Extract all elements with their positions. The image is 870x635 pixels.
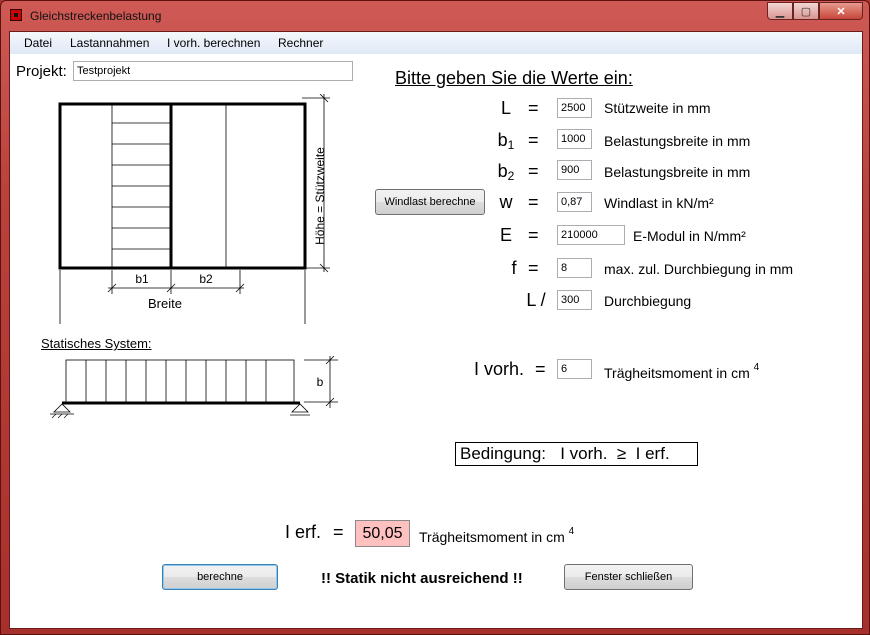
e-modul-input[interactable]: 210000 [557,225,625,245]
symbol-b2-sub: 2 [507,169,515,183]
title-bar[interactable]: Gleichstreckenbelastung ▁ ▢ ✕ [1,1,869,31]
b2-desc: Belastungsbreite in mm [604,164,751,180]
ivorh-label: I vorh. [474,359,525,379]
belastungsbreite-b2-input[interactable]: 900 [557,160,592,180]
ierf-eq: = [333,522,344,542]
ivorh-desc: Trägheitsmoment in cm [604,365,750,381]
menu-i-vorh-berechnen[interactable]: I vorh. berechnen [167,36,260,50]
symbol-b1: b [497,130,508,150]
maximize-button[interactable]: ▢ [793,2,819,20]
distributed-load [85,360,267,402]
durchbiegung-input[interactable]: 8 [557,258,592,278]
menu-rechner[interactable]: Rechner [278,36,323,50]
symbol-w: w [499,192,513,212]
stuetzweite-input[interactable]: 2500 [557,98,592,118]
eq-e: = [528,225,539,245]
app-icon[interactable] [10,9,22,21]
breite-label: Breite [148,296,182,311]
belastungsbreite-b1-input[interactable]: 1000 [557,129,592,149]
eq-b2: = [528,161,539,181]
durchbiegung-desc: max. zul. Durchbiegung in mm [604,261,794,277]
ivorh-input[interactable]: 6 [557,359,592,379]
symbol-b1-sub: 1 [507,138,515,152]
eq-b1: = [528,130,539,150]
ierf-label: I erf. [285,522,322,542]
windlast-input[interactable]: 0,87 [557,192,592,212]
fixed-support-icon [50,403,74,419]
berechne-button[interactable]: berechne [162,564,278,590]
height-label: Höhe = Stützweite [313,147,327,245]
minimize-button[interactable]: ▁ [767,2,793,20]
status-message: !! Statik nicht ausreichend !! [321,570,523,587]
maximize-icon: ▢ [800,5,812,18]
symbol-l-ratio: L / [526,290,546,310]
roller-support-icon [290,403,310,416]
eq-f: = [528,258,539,278]
panel-diagram: Höhe = Stützweite b1 b2 [58,94,330,324]
input-heading: Bitte geben Sie die Werte ein: [395,68,633,88]
bedingung-box: Bedingung: I vorh. ≥ I erf. [455,442,698,466]
b1-label: b1 [135,272,149,286]
static-system-diagram: b [50,355,338,419]
eq-w: = [528,192,539,212]
windlast-desc: Windlast in kN/m² [604,195,714,211]
ierf-value: 50,05 [355,520,410,547]
menu-datei[interactable]: Datei [24,36,52,50]
close-icon: ✕ [836,5,846,18]
close-window-button[interactable]: ✕ [819,2,863,20]
symbol-b2: b [497,161,508,181]
e-modul-desc: E-Modul in N/mm² [633,228,746,244]
window-controls: ▁ ▢ ✕ [767,2,863,21]
symbol-e: E [499,225,512,245]
b-dimension-label: b [317,375,324,389]
windlast-button[interactable]: Windlast berechne [375,189,485,215]
ierf-desc-sup: 4 [568,526,575,537]
l-ratio-input[interactable]: 300 [557,290,592,310]
projekt-input[interactable]: Testprojekt [73,61,353,81]
minimize-icon: ▁ [775,5,785,18]
statisches-system-title: Statisches System: [41,336,152,351]
client-area: Datei Lastannahmen I vorh. berechnen Rec… [9,31,863,629]
projekt-label: Projekt: [16,63,67,80]
fenster-schliessen-button[interactable]: Fenster schließen [564,564,693,590]
load-hatch [112,122,171,250]
panel-frame [58,102,307,270]
app-window: Gleichstreckenbelastung ▁ ▢ ✕ Datei Last… [0,0,870,635]
ierf-desc: Trägheitsmoment in cm [419,529,565,545]
menu-bar: Datei Lastannahmen I vorh. berechnen Rec… [10,32,862,54]
stuetzweite-desc: Stützweite in mm [604,100,711,116]
l-ratio-desc: Durchbiegung [604,293,692,309]
eq-l: = [528,98,539,118]
b2-label: b2 [199,272,213,286]
ivorh-eq: = [535,359,546,379]
window-title: Gleichstreckenbelastung [30,9,162,23]
menu-lastannahmen[interactable]: Lastannahmen [70,36,149,50]
symbol-l: L [500,98,511,118]
ivorh-desc-sup: 4 [753,362,760,373]
b1-desc: Belastungsbreite in mm [604,133,751,149]
